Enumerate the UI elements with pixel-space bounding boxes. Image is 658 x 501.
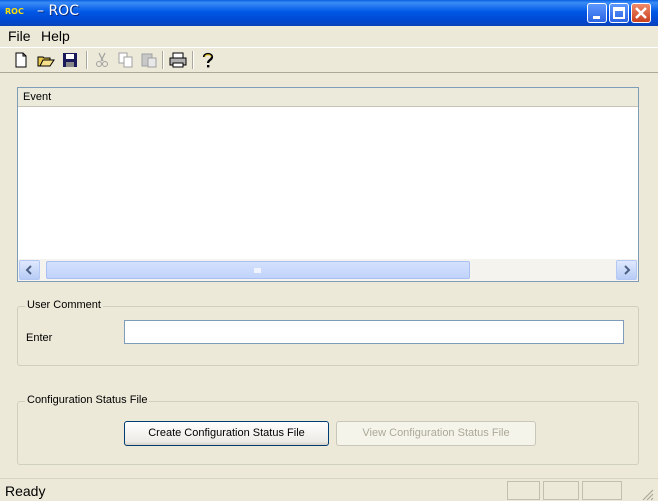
event-column-header[interactable]: Event — [18, 88, 638, 107]
window-title: – ROC — [37, 3, 79, 19]
chevron-left-icon — [25, 265, 32, 275]
maximize-button[interactable] — [609, 3, 629, 23]
user-comment-title: User Comment — [25, 299, 103, 311]
status-pane — [543, 481, 579, 500]
toolbar-separator — [86, 51, 88, 69]
config-status-title: Configuration Status File — [25, 394, 150, 406]
horizontal-scrollbar[interactable] — [18, 259, 638, 281]
status-pane — [582, 481, 622, 500]
config-status-group: Configuration Status File Create Configu… — [17, 394, 639, 465]
new-button[interactable] — [12, 51, 30, 69]
copy-button[interactable] — [117, 51, 135, 69]
view-config-status-button[interactable]: View Configuration Status File — [336, 421, 536, 446]
chevron-right-icon — [624, 265, 631, 275]
toolbar-separator — [192, 51, 194, 69]
resize-grip-icon[interactable] — [640, 487, 654, 501]
open-button[interactable] — [37, 51, 55, 69]
roc-window: ROC – ROC File Help Event User Comment E… — [0, 0, 658, 501]
comment-input[interactable] — [124, 320, 624, 344]
minimize-button[interactable] — [587, 3, 607, 23]
event-list[interactable]: Event — [17, 87, 639, 282]
open-icon — [37, 56, 55, 67]
app-logo: ROC — [5, 7, 24, 16]
cut-icon — [96, 52, 108, 67]
menu-help[interactable]: Help — [41, 28, 70, 44]
scroll-thumb[interactable] — [46, 261, 470, 279]
status-pane — [507, 481, 540, 500]
save-icon — [63, 53, 77, 67]
menu-bar: File Help — [0, 26, 658, 46]
scroll-left-button[interactable] — [19, 260, 40, 280]
close-button[interactable] — [631, 3, 651, 23]
help-icon — [202, 52, 214, 68]
copy-icon — [118, 52, 133, 68]
menu-file[interactable]: File — [8, 28, 31, 44]
user-comment-group: User Comment Enter — [17, 299, 639, 366]
scroll-grip — [254, 268, 261, 273]
enter-label: Enter — [26, 332, 53, 344]
minimize-icon — [593, 16, 600, 19]
status-bar: Ready — [0, 478, 658, 501]
paste-icon — [141, 53, 157, 68]
event-column-label: Event — [23, 91, 52, 103]
save-button[interactable] — [61, 51, 79, 69]
help-button[interactable] — [199, 51, 217, 69]
scroll-right-button[interactable] — [616, 260, 637, 280]
print-icon — [169, 52, 187, 68]
status-text: Ready — [5, 483, 46, 499]
paste-button[interactable] — [140, 51, 158, 69]
maximize-icon — [613, 7, 625, 19]
toolbar-separator — [162, 51, 164, 69]
new-icon — [15, 52, 27, 68]
toolbar — [0, 47, 658, 73]
title-bar[interactable]: ROC – ROC — [0, 0, 658, 26]
print-button[interactable] — [169, 51, 187, 69]
close-icon — [635, 7, 647, 19]
create-config-status-button[interactable]: Create Configuration Status File — [124, 421, 329, 446]
cut-button[interactable] — [93, 51, 111, 69]
